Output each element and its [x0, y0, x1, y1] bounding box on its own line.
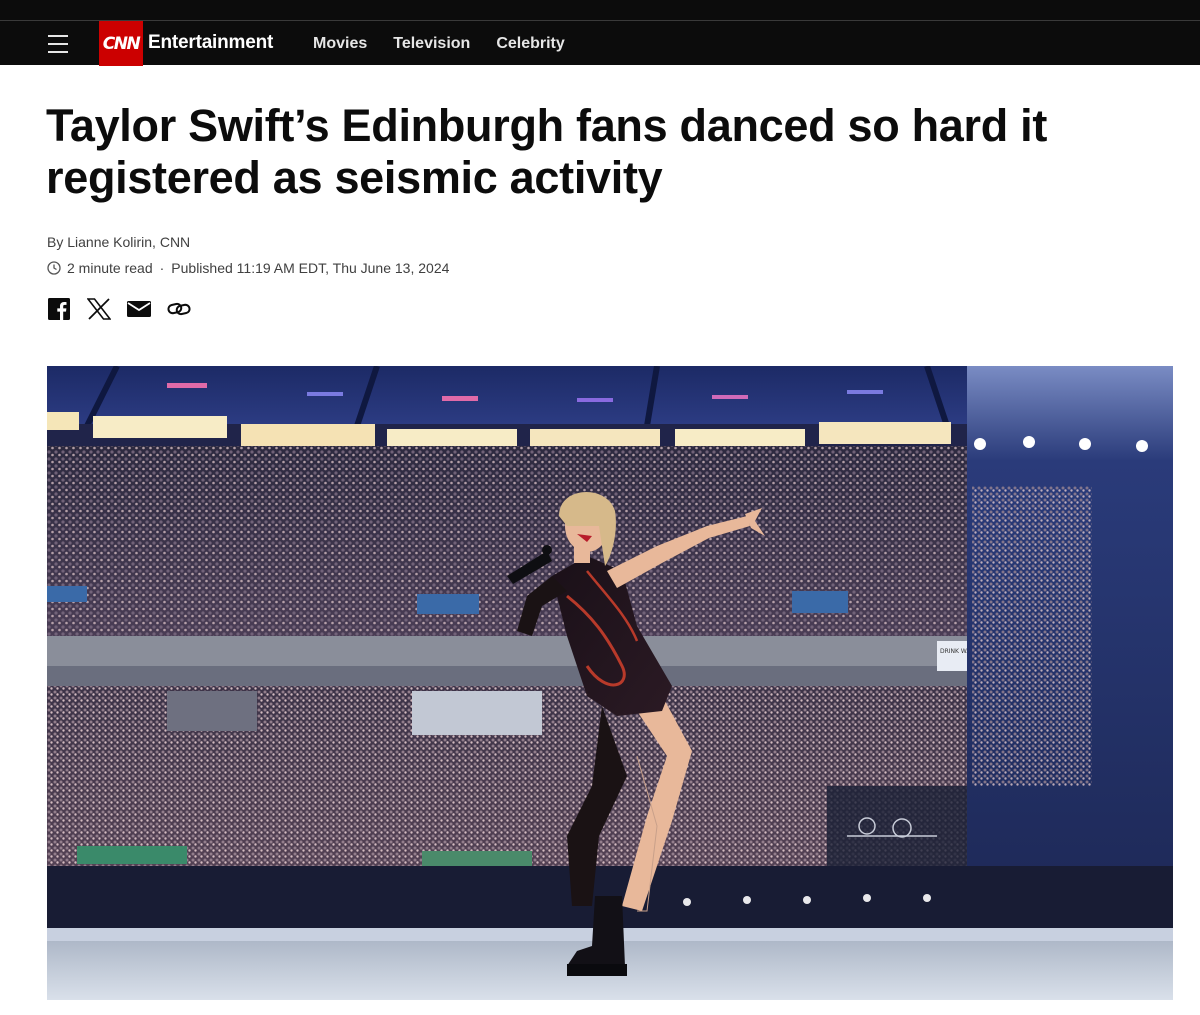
meta-separator: · — [159, 260, 165, 276]
top-strip — [0, 0, 1200, 20]
hero-photo[interactable]: DRINK WATER — [47, 366, 1173, 1000]
link-icon[interactable] — [167, 297, 191, 321]
nav-celebrity[interactable]: Celebrity — [496, 35, 564, 53]
section-nav: Movies Television Celebrity — [313, 35, 565, 53]
read-time: 2 minute read — [67, 260, 153, 276]
section-title[interactable]: Entertainment — [148, 32, 273, 54]
clock-icon — [47, 261, 61, 275]
nav-television[interactable]: Television — [393, 35, 470, 53]
nav-movies[interactable]: Movies — [313, 35, 367, 53]
facebook-icon[interactable] — [47, 297, 71, 321]
byline: By Lianne Kolirin, CNN — [47, 234, 191, 250]
site-header: CNN Entertainment Movies Television Cele… — [0, 20, 1200, 66]
x-icon[interactable] — [87, 297, 111, 321]
logo-text: CNN — [102, 33, 141, 54]
share-bar — [47, 297, 191, 321]
menu-icon[interactable] — [46, 33, 74, 55]
concert-photo: DRINK WATER — [47, 366, 1173, 1000]
article-meta: 2 minute read · Published 11:19 AM EDT, … — [47, 260, 449, 276]
email-icon[interactable] — [127, 297, 151, 321]
article-headline: Taylor Swift’s Edinburgh fans danced so … — [46, 100, 1048, 203]
cnn-logo[interactable]: CNN — [99, 21, 143, 66]
published-date: Published 11:19 AM EDT, Thu June 13, 202… — [171, 260, 450, 276]
